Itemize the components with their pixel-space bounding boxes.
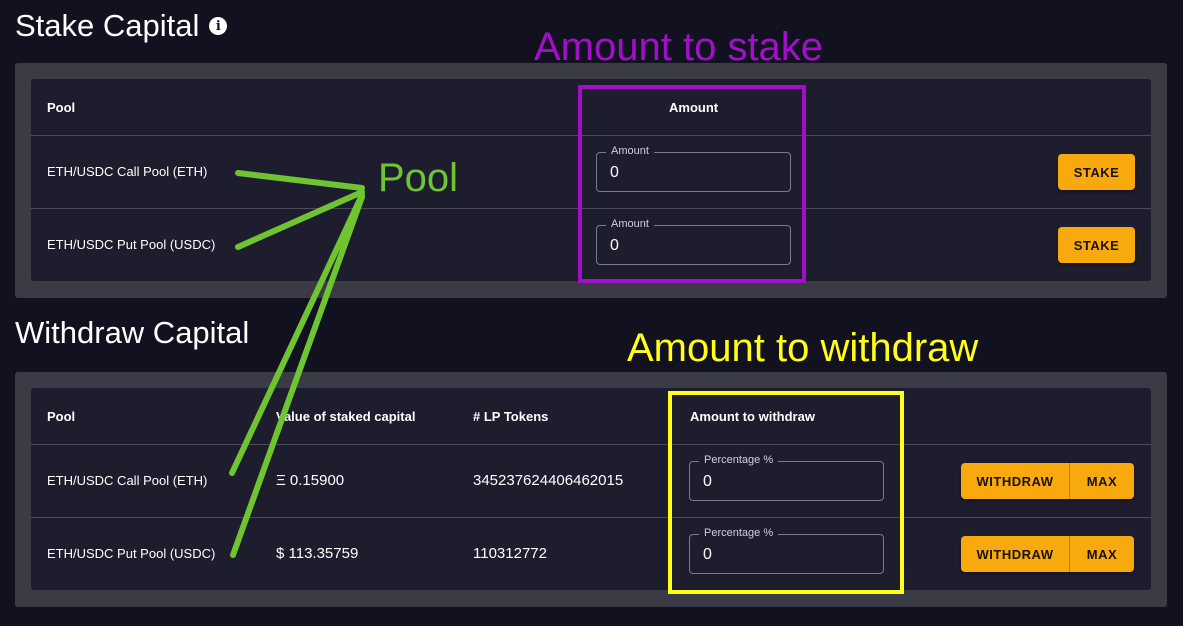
pool-annotation: Pool: [378, 156, 459, 200]
max-button[interactable]: MAX: [1069, 463, 1134, 499]
header-amount-to-withdraw: Amount to withdraw: [690, 409, 815, 424]
withdraw-capital-title: Withdraw Capital: [15, 315, 250, 350]
withdraw-header-row: Pool Value of staked capital # LP Tokens…: [31, 388, 1151, 445]
withdraw-table: Pool Value of staked capital # LP Tokens…: [31, 388, 1151, 590]
header-pool: Pool: [47, 100, 76, 115]
staked-value: $ 113.35759: [276, 545, 359, 562]
stake-table: Pool Amount ETH/USDC Call Pool (ETH) Amo…: [31, 79, 1151, 281]
max-button[interactable]: MAX: [1069, 536, 1134, 572]
stake-header-row: Pool Amount: [31, 79, 1151, 136]
table-row: ETH/USDC Call Pool (ETH) Ξ 0.15900 34523…: [31, 445, 1151, 518]
percentage-input[interactable]: Percentage % 0: [689, 527, 884, 574]
stake-panel: Pool Amount ETH/USDC Call Pool (ETH) Amo…: [15, 63, 1167, 298]
withdraw-button-group: WITHDRAW MAX: [961, 536, 1134, 572]
percentage-input[interactable]: Percentage % 0: [689, 454, 884, 501]
withdraw-button[interactable]: WITHDRAW: [961, 463, 1069, 499]
amount-input[interactable]: Amount 0: [596, 145, 791, 192]
info-icon[interactable]: i: [209, 17, 228, 35]
header-lp-tokens: # LP Tokens: [473, 409, 549, 424]
stake-button[interactable]: STAKE: [1058, 154, 1135, 190]
amount-to-stake-annotation: Amount to stake: [534, 25, 824, 69]
withdraw-button[interactable]: WITHDRAW: [961, 536, 1069, 572]
lp-tokens: 110312772: [473, 545, 547, 562]
table-row: ETH/USDC Put Pool (USDC) Amount 0 STAKE: [31, 209, 1151, 281]
withdraw-panel: Pool Value of staked capital # LP Tokens…: [15, 372, 1167, 607]
header-amount: Amount: [669, 100, 719, 115]
amount-input[interactable]: Amount 0: [596, 218, 791, 265]
table-row: ETH/USDC Call Pool (ETH) Amount 0 STAKE: [31, 136, 1151, 209]
staked-value: Ξ 0.15900: [276, 472, 345, 489]
header-pool: Pool: [47, 409, 76, 424]
pool-name: ETH/USDC Call Pool (ETH): [47, 473, 208, 488]
lp-tokens: 345237624406462015: [473, 472, 624, 489]
stake-button[interactable]: STAKE: [1058, 227, 1135, 263]
header-value: Value of staked capital: [276, 409, 416, 424]
pool-name: ETH/USDC Call Pool (ETH): [47, 164, 208, 179]
pool-name: ETH/USDC Put Pool (USDC): [47, 237, 216, 252]
stake-capital-title: Stake Capital i: [15, 8, 228, 44]
withdraw-button-group: WITHDRAW MAX: [961, 463, 1134, 499]
amount-to-withdraw-annotation: Amount to withdraw: [627, 326, 979, 370]
table-row: ETH/USDC Put Pool (USDC) $ 113.35759 110…: [31, 518, 1151, 590]
pool-name: ETH/USDC Put Pool (USDC): [47, 546, 216, 561]
